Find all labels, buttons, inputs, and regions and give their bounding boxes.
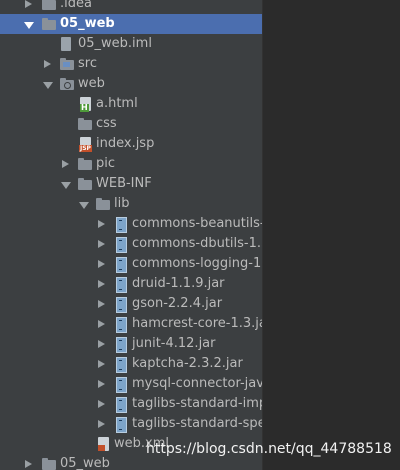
folder-icon — [42, 458, 56, 470]
tree-item-jar[interactable]: mysql-connector-java- — [0, 374, 262, 394]
editor-pane — [262, 0, 400, 470]
chevron-down-icon[interactable] — [78, 194, 90, 214]
tree-item-src[interactable]: src — [0, 54, 262, 74]
chevron-right-icon[interactable] — [96, 294, 108, 314]
source-folder-icon — [60, 58, 74, 70]
jar-icon — [116, 357, 127, 373]
tree-item-label: 05_web — [60, 16, 115, 31]
tree-item-label: 05_web — [60, 456, 110, 470]
html-file-icon — [80, 97, 91, 112]
chevron-down-icon[interactable] — [23, 14, 35, 34]
tree-item-label: druid-1.1.9.jar — [132, 276, 225, 291]
tree-item-jar[interactable]: junit-4.12.jar — [0, 334, 262, 354]
chevron-right-icon[interactable] — [60, 154, 72, 174]
chevron-right-icon[interactable] — [96, 374, 108, 394]
tree-item-label: src — [78, 56, 97, 71]
jar-icon — [116, 417, 127, 433]
chevron-right-icon[interactable] — [96, 354, 108, 374]
project-tree: .idea 05_web 05_web.iml src web a.html — [0, 0, 262, 470]
tree-item-label: junit-4.12.jar — [132, 336, 216, 351]
tree-item-label: gson-2.2.4.jar — [132, 296, 223, 311]
tree-item-pic[interactable]: pic — [0, 154, 262, 174]
folder-icon — [78, 178, 92, 190]
tree-item-label: lib — [114, 196, 130, 211]
tree-item-05-web[interactable]: 05_web — [0, 14, 262, 34]
tree-item-jar[interactable]: commons-dbutils-1.3.ja — [0, 234, 262, 254]
tree-item-label: taglibs-standard-impl- — [132, 396, 262, 411]
chevron-right-icon[interactable] — [23, 454, 35, 470]
tree-item-index-jsp[interactable]: index.jsp — [0, 134, 262, 154]
folder-icon — [78, 158, 92, 170]
watermark: https://blog.csdn.net/qq_44788518 — [146, 441, 392, 457]
jsp-file-icon — [79, 137, 92, 152]
jar-icon — [116, 297, 127, 313]
project-tree-panel: .idea 05_web 05_web.iml src web a.html — [0, 0, 262, 470]
tree-item-a-html[interactable]: a.html — [0, 94, 262, 114]
chevron-right-icon[interactable] — [42, 54, 54, 74]
tree-item-jar[interactable]: taglibs-standard-impl- — [0, 394, 262, 414]
tree-item-label: taglibs-standard-spec- — [132, 416, 262, 431]
chevron-right-icon[interactable] — [96, 254, 108, 274]
tree-item-label: hamcrest-core-1.3.jar — [132, 316, 262, 331]
jar-icon — [116, 317, 127, 333]
xml-file-icon — [98, 437, 109, 451]
tree-item-label: css — [96, 116, 117, 131]
tree-item-lib[interactable]: lib — [0, 194, 262, 214]
tree-item-05-web-iml[interactable]: 05_web.iml — [0, 34, 262, 54]
jar-icon — [116, 237, 127, 253]
chevron-right-icon[interactable] — [96, 394, 108, 414]
folder-icon — [42, 18, 56, 30]
jar-icon — [116, 397, 127, 413]
tree-item-label: commons-dbutils-1.3.ja — [132, 236, 262, 251]
tree-item-jar[interactable]: taglibs-standard-spec- — [0, 414, 262, 434]
tree-item-jar[interactable]: commons-logging-1.1.1 — [0, 254, 262, 274]
tree-item-jar[interactable]: druid-1.1.9.jar — [0, 274, 262, 294]
chevron-down-icon[interactable] — [42, 74, 54, 94]
tree-item-css[interactable]: css — [0, 114, 262, 134]
tree-item-label: a.html — [96, 96, 138, 111]
tree-item-label: commons-beanutils-1.8 — [132, 216, 262, 231]
tree-item-web-inf[interactable]: WEB-INF — [0, 174, 262, 194]
tree-item-jar[interactable]: commons-beanutils-1.8 — [0, 214, 262, 234]
tree-item-jar[interactable]: gson-2.2.4.jar — [0, 294, 262, 314]
chevron-down-icon[interactable] — [60, 174, 72, 194]
jar-icon — [116, 377, 127, 393]
tree-item-label: web — [78, 76, 105, 91]
tree-item-jar[interactable]: hamcrest-core-1.3.jar — [0, 314, 262, 334]
tree-item-label: pic — [96, 156, 116, 171]
chevron-right-icon[interactable] — [96, 274, 108, 294]
tree-item-jar[interactable]: kaptcha-2.3.2.jar — [0, 354, 262, 374]
tree-item-label: .idea — [60, 0, 92, 11]
chevron-right-icon[interactable] — [96, 314, 108, 334]
jar-icon — [116, 257, 127, 273]
iml-file-icon — [61, 37, 71, 51]
tree-item-label: commons-logging-1.1.1 — [132, 256, 262, 271]
folder-icon — [78, 118, 92, 130]
jar-icon — [116, 337, 127, 353]
chevron-right-icon[interactable] — [96, 234, 108, 254]
chevron-right-icon[interactable] — [23, 0, 35, 14]
jar-icon — [116, 277, 127, 293]
tree-item-web[interactable]: web — [0, 74, 262, 94]
tree-item-label: 05_web.iml — [78, 36, 152, 51]
tree-item-label: WEB-INF — [96, 176, 152, 191]
folder-icon — [42, 0, 56, 10]
folder-icon — [96, 198, 110, 210]
chevron-right-icon[interactable] — [96, 214, 108, 234]
tree-item-label: index.jsp — [96, 136, 155, 151]
tree-item-label: mysql-connector-java- — [132, 376, 262, 391]
chevron-right-icon[interactable] — [96, 414, 108, 434]
web-folder-icon — [60, 78, 74, 90]
chevron-right-icon[interactable] — [96, 334, 108, 354]
jar-icon — [116, 217, 127, 233]
tree-item-label: kaptcha-2.3.2.jar — [132, 356, 243, 371]
tree-item-idea[interactable]: .idea — [0, 0, 262, 14]
